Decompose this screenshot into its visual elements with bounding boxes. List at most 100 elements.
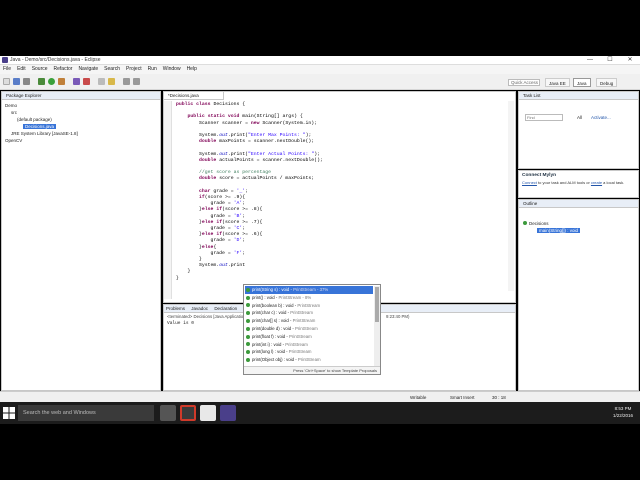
tree-item[interactable]: Demo <box>5 102 157 109</box>
create-link[interactable]: create <box>591 180 602 185</box>
tree-item[interactable]: OpenCV <box>5 137 157 144</box>
assist-item[interactable]: print(Object obj) : void - PrintStream <box>246 356 321 364</box>
code-line[interactable]: double actualPoints = scanner.nextDouble… <box>176 158 323 164</box>
assist-item-type: PrintStream <box>297 302 321 308</box>
content-assist-popup: print(String s) : void - PrintStream - 3… <box>243 284 381 375</box>
connect-title: Connect Mylyn <box>522 173 557 178</box>
public-method-icon <box>246 287 250 292</box>
menu-window[interactable]: Window <box>160 65 184 73</box>
assist-item[interactable]: print(float f) : void - PrintStream <box>246 333 312 341</box>
code-line[interactable]: } <box>176 276 179 282</box>
code-area[interactable]: public class Decisions { public static v… <box>164 101 515 299</box>
chrome-icon[interactable] <box>180 405 196 421</box>
forward-icon[interactable] <box>133 78 140 85</box>
assist-item[interactable]: print(long l) : void - PrintStream <box>246 348 311 356</box>
print-icon[interactable] <box>23 78 30 85</box>
search-icon[interactable] <box>108 78 115 85</box>
eclipse-taskbar-icon[interactable] <box>220 405 236 421</box>
connect-text-1: to your task and ALM tools or <box>536 180 591 185</box>
taskbar-date: 1/22/2016 <box>612 413 634 418</box>
run-icon[interactable] <box>48 78 55 85</box>
assist-item[interactable]: print(String s) : void - PrintStream - 3… <box>245 286 373 294</box>
menu-run[interactable]: Run <box>145 65 160 73</box>
editor-tab[interactable]: *Decisions.java <box>164 92 224 100</box>
assist-item[interactable]: print(double d) : void - PrintStream <box>246 325 318 333</box>
menu-project[interactable]: Project <box>123 65 145 73</box>
tab-declaration[interactable]: Declaration <box>214 306 237 311</box>
file-explorer-icon[interactable] <box>200 405 216 421</box>
assist-item[interactable]: print(boolean b) : void - PrintStream <box>246 302 320 310</box>
assist-item[interactable]: print() : void - PrintStream - 8% <box>246 294 311 302</box>
assist-item-name: print(boolean b) : void <box>252 302 294 308</box>
console-header-text: <terminated> Decisions [Java Application… <box>167 314 247 319</box>
menu-search[interactable]: Search <box>101 65 123 73</box>
public-method-icon <box>246 350 250 355</box>
tree-item-label: (default package) <box>17 117 52 122</box>
code-line[interactable]: public class Decisions { <box>176 102 245 108</box>
package-explorer-tab[interactable]: Package Explorer <box>2 92 160 100</box>
taskbar-time: 8:53 PM <box>614 406 632 411</box>
public-method-icon <box>246 295 250 300</box>
menu-help[interactable]: Help <box>184 65 200 73</box>
taskbar-clock[interactable]: 8:53 PM 1/22/2016 <box>608 405 638 419</box>
new-icon[interactable] <box>3 78 10 85</box>
tree-item[interactable]: Decisions.java <box>5 123 157 130</box>
maximize-button[interactable]: ☐ <box>600 56 620 65</box>
external-tools-icon[interactable] <box>58 78 65 85</box>
tab-problems[interactable]: Problems <box>166 306 185 311</box>
code-line[interactable]: double score = actualPoints / maxPoints; <box>176 176 314 182</box>
taskbar-search-input[interactable]: Search the web and Windows <box>18 405 154 421</box>
menu-source[interactable]: Source <box>29 65 51 73</box>
class-icon <box>523 221 527 225</box>
code-line[interactable]: double maxPoints = scanner.nextDouble(); <box>176 139 314 145</box>
tab-javadoc[interactable]: Javadoc <box>191 306 208 311</box>
assist-item-name: print(float f) : void <box>252 333 286 339</box>
menu-bar: File Edit Source Refactor Navigate Search Proj… <box>0 65 640 74</box>
assist-item[interactable]: print(char c) : void - PrintStream <box>246 309 313 317</box>
menu-refactor[interactable]: Refactor <box>51 65 76 73</box>
package-explorer: Package Explorer Demo src (default package… <box>1 91 161 391</box>
assist-item-name: print(String s) : void <box>252 287 290 292</box>
tree-item[interactable]: JRE System Library [JavaSE-1.8] <box>5 130 157 137</box>
menu-edit[interactable]: Edit <box>14 65 29 73</box>
assist-scroll-thumb[interactable] <box>375 287 379 322</box>
connect-link[interactable]: Connect <box>522 180 537 185</box>
outline-tab[interactable]: Outline <box>519 200 638 208</box>
assist-item[interactable]: print(char[] s) : void - PrintStream <box>246 317 315 325</box>
tree-item[interactable]: (default package) <box>5 116 157 123</box>
public-method-icon <box>246 319 250 324</box>
public-method-icon <box>246 311 250 316</box>
debug-icon[interactable] <box>38 78 45 85</box>
assist-item-type: PrintStream - 8% <box>278 294 312 300</box>
back-icon[interactable] <box>123 78 130 85</box>
open-type-icon[interactable] <box>98 78 105 85</box>
task-view-icon[interactable] <box>160 405 176 421</box>
assist-item-name: print(char[] s) : void <box>252 318 289 324</box>
menu-navigate[interactable]: Navigate <box>75 65 101 73</box>
perspective-javaee[interactable]: Java EE <box>545 78 570 87</box>
outline-class[interactable]: Decisions <box>523 220 634 227</box>
menu-file[interactable]: File <box>0 65 14 73</box>
assist-item[interactable]: print(int i) : void - PrintStream <box>246 341 308 349</box>
code-line[interactable]: Scanner scanner = new Scanner(System.in)… <box>176 121 317 127</box>
quick-access-input[interactable]: Quick Access <box>508 79 540 86</box>
assist-item-type: PrintStream <box>285 341 308 347</box>
new-class-icon[interactable] <box>83 78 90 85</box>
close-button[interactable]: ✕ <box>620 56 640 65</box>
outline-method[interactable]: main(String[]) : void <box>523 227 634 234</box>
task-find-input[interactable] <box>525 114 563 121</box>
new-java-project-icon[interactable] <box>73 78 80 85</box>
task-filter-all[interactable]: All <box>577 115 582 120</box>
perspective-debug[interactable]: Debug <box>596 78 618 87</box>
save-icon[interactable] <box>13 78 20 85</box>
task-activate-link[interactable]: Activate... <box>591 115 611 120</box>
code-editor: *Decisions.java public class Decisions {… <box>163 91 516 303</box>
connect-mylyn-panel: Connect Mylyn Connect to your task and A… <box>518 170 639 198</box>
editor-scrollbar[interactable] <box>508 101 514 291</box>
tree-item-label: Decisions.java <box>23 124 57 129</box>
minimize-button[interactable]: — <box>580 56 600 65</box>
windows-start-icon[interactable] <box>3 407 15 419</box>
tree-item[interactable]: src <box>5 109 157 116</box>
task-list-tab[interactable]: Task List <box>519 92 638 100</box>
perspective-java[interactable]: Java <box>573 78 591 87</box>
